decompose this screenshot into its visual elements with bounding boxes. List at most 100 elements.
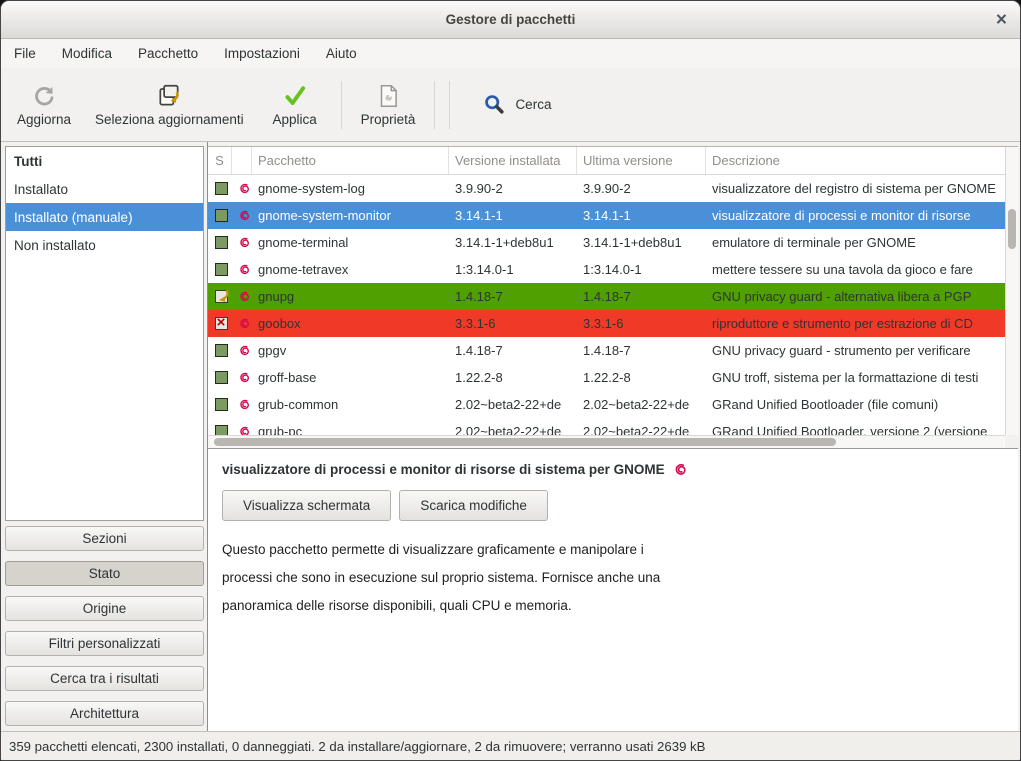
package-name: gnome-system-monitor	[252, 208, 449, 223]
package-table-body: gnome-system-log3.9.90-23.9.90-2visualiz…	[208, 175, 1005, 445]
table-row[interactable]: gnome-tetravex1:3.14.0-11:3.14.0-1metter…	[208, 256, 1005, 283]
refresh-icon	[31, 82, 57, 110]
status-installed-icon[interactable]	[215, 344, 228, 357]
titlebar[interactable]: Gestore di pacchetti ×	[1, 1, 1020, 39]
latest-version: 3.14.1-1	[577, 208, 706, 223]
menu-item-impostazioni[interactable]: Impostazioni	[211, 39, 313, 68]
filter-list: TuttiInstallatoInstallato (manuale)Non i…	[5, 146, 204, 521]
column-header-origin[interactable]	[232, 147, 252, 174]
table-row[interactable]: gnome-system-log3.9.90-23.9.90-2visualiz…	[208, 175, 1005, 202]
properties-document-icon	[375, 82, 401, 110]
package-status-cell[interactable]	[208, 182, 232, 195]
get-changelog-button[interactable]: Scarica modifiche	[399, 490, 548, 521]
latest-version: 1.22.2-8	[577, 370, 706, 385]
content-panel: S Pacchetto Versione installata Ultima v…	[208, 142, 1020, 731]
package-status-cell[interactable]	[208, 371, 232, 384]
statusbar: 359 pacchetti elencati, 2300 installati,…	[1, 731, 1020, 760]
filter-item-non-installato[interactable]: Non installato	[6, 231, 203, 259]
window-close-button[interactable]: ×	[996, 10, 1007, 29]
toolbar-separator	[341, 81, 342, 129]
package-origin-cell	[232, 317, 252, 330]
horizontal-scrollbar-thumb[interactable]	[214, 438, 836, 446]
table-row[interactable]: grub-common2.02~beta2-22+de2.02~beta2-22…	[208, 391, 1005, 418]
category-button-origine[interactable]: Origine	[5, 596, 204, 621]
category-button-filtri-personalizzati[interactable]: Filtri personalizzati	[5, 631, 204, 656]
status-installed-icon[interactable]	[215, 371, 228, 384]
menu-item-pacchetto[interactable]: Pacchetto	[125, 39, 211, 68]
installed-version: 1.22.2-8	[449, 370, 577, 385]
package-origin-cell	[232, 398, 252, 411]
package-origin-cell	[232, 263, 252, 276]
package-status-cell[interactable]: ×	[208, 317, 232, 330]
description-line: Questo pacchetto permette di visualizzar…	[222, 536, 1004, 564]
package-status-cell[interactable]	[208, 344, 232, 357]
table-row[interactable]: gnome-terminal3.14.1-1+deb8u13.14.1-1+de…	[208, 229, 1005, 256]
category-button-cerca-tra-i-risultati[interactable]: Cerca tra i risultati	[5, 666, 204, 691]
status-installed-icon[interactable]	[215, 236, 228, 249]
status-remove-icon[interactable]: ×	[215, 317, 228, 330]
apply-button[interactable]: Applica	[256, 77, 334, 132]
horizontal-scrollbar[interactable]	[208, 435, 1005, 448]
status-upgrade-icon[interactable]	[215, 290, 228, 303]
column-header-installed-version[interactable]: Versione installata	[449, 147, 577, 174]
column-header-package[interactable]: Pacchetto	[252, 147, 449, 174]
toolbar: Aggiorna Seleziona aggiornamenti Applica	[1, 68, 1020, 142]
table-row[interactable]: gnome-system-monitor3.14.1-13.14.1-1visu…	[208, 202, 1005, 229]
status-installed-icon[interactable]	[215, 209, 228, 222]
package-details-pane: visualizzatore di processi e monitor di …	[208, 449, 1018, 731]
get-screenshot-button[interactable]: Visualizza schermata	[222, 490, 391, 521]
synaptic-window: Gestore di pacchetti × FileModificaPacch…	[0, 0, 1021, 761]
column-header-status[interactable]: S	[208, 147, 232, 174]
category-button-stato[interactable]: Stato	[5, 561, 204, 586]
debian-swirl-icon	[238, 371, 251, 384]
search-label: Cerca	[515, 97, 551, 112]
table-row[interactable]: gnupg1.4.18-71.4.18-7GNU privacy guard -…	[208, 283, 1005, 310]
package-table-scroll: S Pacchetto Versione installata Ultima v…	[208, 147, 1005, 448]
table-row[interactable]: gpgv1.4.18-71.4.18-7GNU privacy guard - …	[208, 337, 1005, 364]
table-header: S Pacchetto Versione installata Ultima v…	[208, 147, 1005, 175]
column-header-description[interactable]: Descrizione	[706, 147, 1005, 174]
properties-button[interactable]: Proprietà	[349, 77, 428, 132]
vertical-scrollbar[interactable]	[1005, 147, 1018, 435]
status-installed-icon[interactable]	[215, 263, 228, 276]
apply-label: Applica	[273, 112, 317, 127]
package-name: grub-common	[252, 397, 449, 412]
menu-item-modifica[interactable]: Modifica	[49, 39, 125, 68]
menu-item-file[interactable]: File	[1, 39, 49, 68]
package-status-cell[interactable]	[208, 209, 232, 222]
package-description: riproduttore e strumento per estrazione …	[706, 316, 1005, 331]
filter-item-installato-manuale[interactable]: Installato (manuale)	[6, 203, 203, 231]
filter-item-installato[interactable]: Installato	[6, 175, 203, 203]
latest-version: 3.9.90-2	[577, 181, 706, 196]
package-status-cell[interactable]	[208, 398, 232, 411]
package-description: GNU privacy guard - alternativa libera a…	[706, 289, 1005, 304]
category-button-sezioni[interactable]: Sezioni	[5, 526, 204, 551]
filter-item-tutti[interactable]: Tutti	[6, 147, 203, 175]
menu-item-aiuto[interactable]: Aiuto	[313, 39, 370, 68]
column-header-latest-version[interactable]: Ultima versione	[577, 147, 706, 174]
table-row[interactable]: ×goobox3.3.1-63.3.1-6riproduttore e stru…	[208, 310, 1005, 337]
package-status-cell[interactable]	[208, 290, 232, 303]
package-status-cell[interactable]	[208, 263, 232, 276]
description-line: panoramica delle risorse disponibili, qu…	[222, 592, 1004, 620]
toolbar-separator	[449, 81, 450, 129]
package-origin-cell	[232, 344, 252, 357]
refresh-button[interactable]: Aggiorna	[5, 77, 83, 132]
status-installed-icon[interactable]	[215, 398, 228, 411]
table-row[interactable]: groff-base1.22.2-81.22.2-8GNU troff, sis…	[208, 364, 1005, 391]
window-title: Gestore di pacchetti	[446, 12, 576, 27]
vertical-scrollbar-thumb[interactable]	[1008, 209, 1016, 249]
mark-all-upgrades-button[interactable]: Seleziona aggiornamenti	[83, 77, 256, 132]
package-name: gpgv	[252, 343, 449, 358]
search-button[interactable]: Cerca	[469, 85, 565, 124]
debian-swirl-icon	[238, 317, 251, 330]
properties-label: Proprietà	[361, 112, 416, 127]
status-installed-icon[interactable]	[215, 182, 228, 195]
package-status-cell[interactable]	[208, 236, 232, 249]
debian-swirl-icon	[238, 344, 251, 357]
category-button-architettura[interactable]: Architettura	[5, 701, 204, 726]
package-description-text: Questo pacchetto permette di visualizzar…	[222, 536, 1004, 620]
sidebar: TuttiInstallatoInstallato (manuale)Non i…	[1, 142, 208, 731]
package-description: mettere tessere su una tavola da gioco e…	[706, 262, 1005, 277]
package-table: S Pacchetto Versione installata Ultima v…	[208, 146, 1018, 449]
